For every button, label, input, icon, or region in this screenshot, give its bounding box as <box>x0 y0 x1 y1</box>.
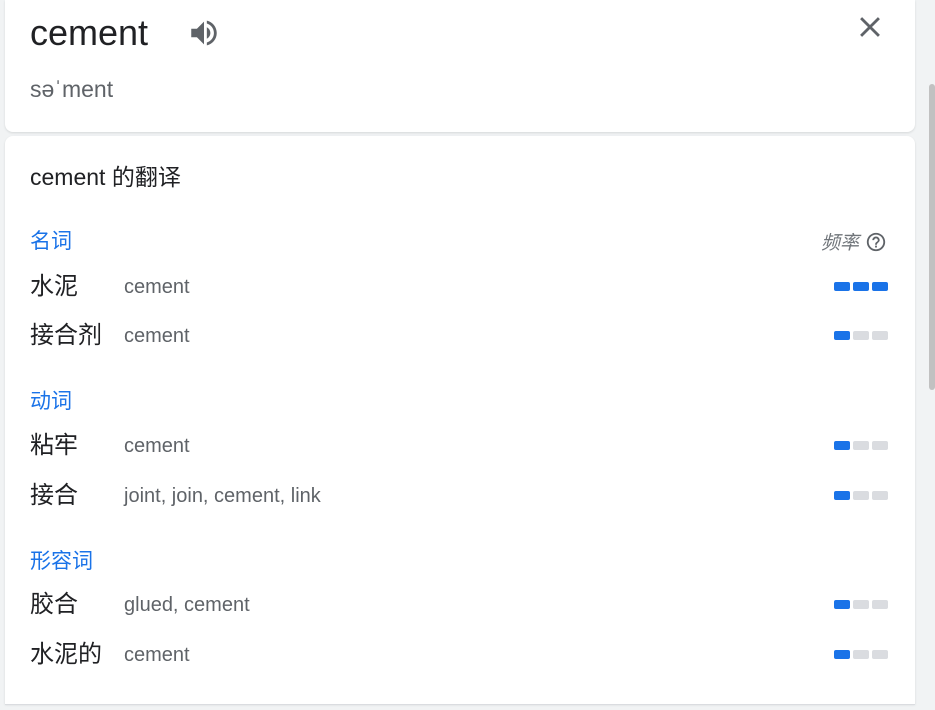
translation-row[interactable]: 胶合 glued, cement <box>30 588 890 622</box>
translation-term: 水泥 <box>30 273 78 300</box>
frequency-bar <box>834 650 888 659</box>
translation-synonyms: joint, join, cement, link <box>124 485 321 507</box>
translation-row[interactable]: 水泥的 cement <box>30 638 890 672</box>
translation-term: 胶合 <box>30 591 78 618</box>
frequency-segment <box>853 600 869 609</box>
translation-synonyms: glued, cement <box>124 594 250 616</box>
frequency-header: 频率 <box>821 228 887 255</box>
pos-label-noun: 名词 <box>30 230 72 253</box>
phonetic-text: səˈment <box>30 76 114 102</box>
frequency-bar <box>834 282 888 291</box>
frequency-bar <box>834 600 888 609</box>
divider <box>5 704 915 705</box>
frequency-segment <box>853 441 869 450</box>
pos-label-verb: 动词 <box>30 390 72 413</box>
word-title: cement <box>30 12 149 53</box>
speaker-icon[interactable] <box>187 16 221 50</box>
translation-row[interactable]: 水泥 cement <box>30 270 890 304</box>
frequency-segment <box>834 331 850 340</box>
frequency-segment <box>872 282 888 291</box>
frequency-segment <box>834 491 850 500</box>
frequency-segment <box>834 282 850 291</box>
translation-panel: cement səˈment cement 的翻译 频率 名词 水泥 cemen… <box>0 0 935 710</box>
translation-synonyms: cement <box>124 435 190 457</box>
scrollbar-thumb[interactable] <box>929 84 935 390</box>
frequency-label: 频率 <box>820 233 859 254</box>
translations-card: cement 的翻译 频率 名词 水泥 cement 接合剂 cement 动词… <box>5 136 915 704</box>
close-icon[interactable] <box>853 10 887 44</box>
frequency-segment <box>872 650 888 659</box>
frequency-bar <box>834 441 888 450</box>
frequency-segment <box>853 491 869 500</box>
translation-term: 接合 <box>30 482 78 509</box>
translation-synonyms: cement <box>124 644 190 666</box>
frequency-bar <box>834 331 888 340</box>
translation-term: 水泥的 <box>30 641 102 668</box>
frequency-bar <box>834 491 888 500</box>
frequency-segment <box>834 650 850 659</box>
translation-row[interactable]: 接合剂 cement <box>30 319 890 353</box>
word-header-card: cement səˈment <box>5 0 915 132</box>
translation-row[interactable]: 接合 joint, join, cement, link <box>30 479 890 513</box>
translation-row[interactable]: 粘牢 cement <box>30 429 890 463</box>
pos-label-adjective: 形容词 <box>30 550 93 573</box>
frequency-segment <box>872 441 888 450</box>
translation-synonyms: cement <box>124 276 190 298</box>
translation-term: 粘牢 <box>30 432 78 459</box>
translations-heading: cement 的翻译 <box>30 164 181 190</box>
frequency-segment <box>872 491 888 500</box>
frequency-segment <box>853 650 869 659</box>
translation-synonyms: cement <box>124 325 190 347</box>
frequency-segment <box>872 331 888 340</box>
frequency-segment <box>853 331 869 340</box>
translation-term: 接合剂 <box>30 322 102 349</box>
frequency-segment <box>853 282 869 291</box>
frequency-segment <box>834 600 850 609</box>
frequency-segment <box>834 441 850 450</box>
frequency-segment <box>872 600 888 609</box>
help-circle-icon[interactable] <box>865 231 887 253</box>
